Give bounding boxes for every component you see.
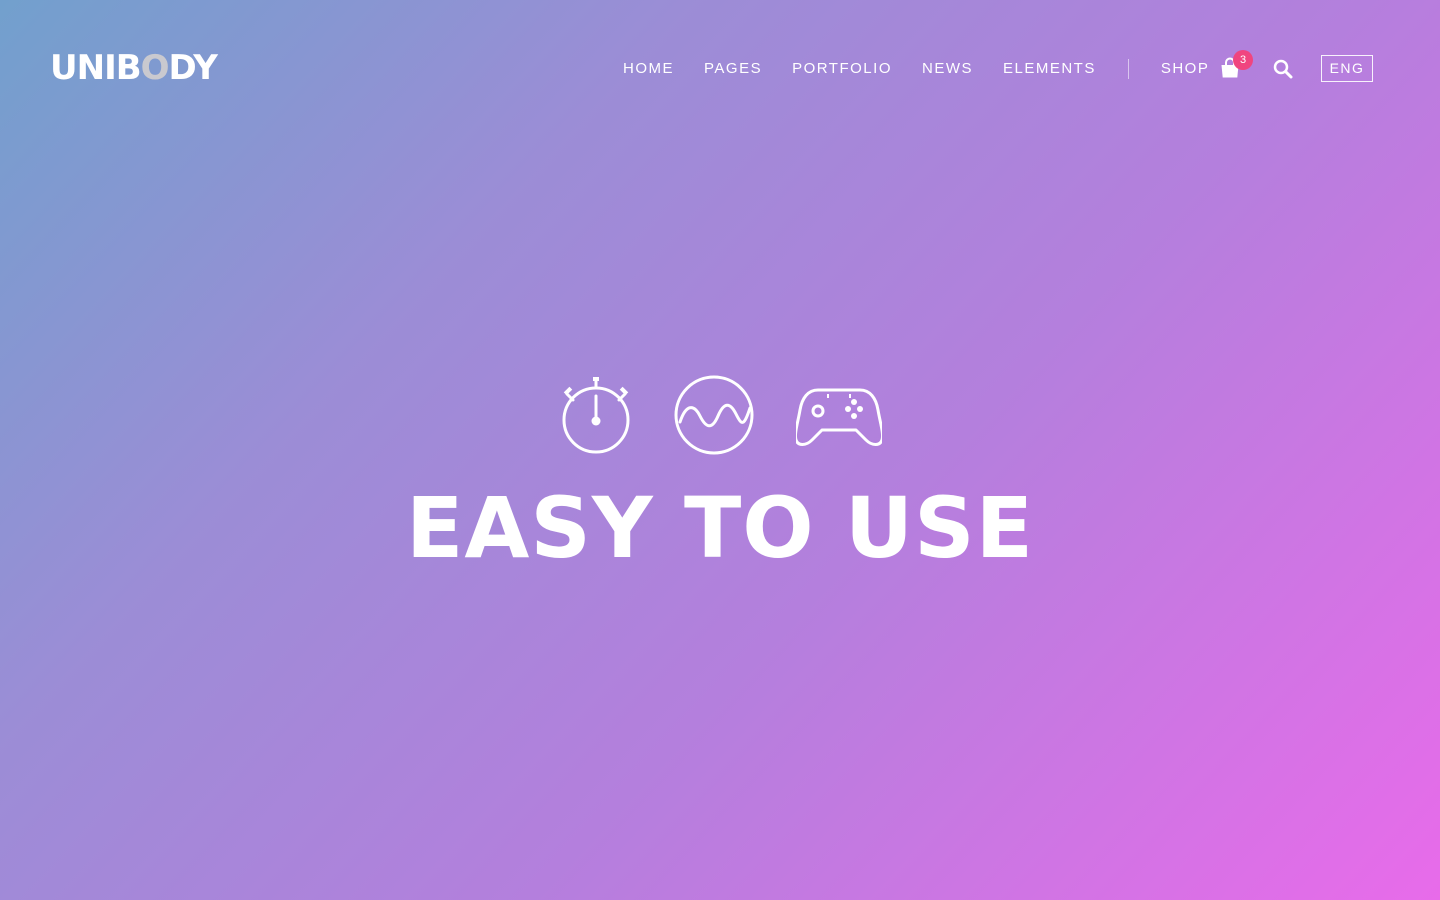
cart-count-badge: 3: [1233, 50, 1253, 70]
hero-headline: EASY TO USE: [406, 479, 1034, 577]
logo-text-accent: O: [140, 48, 170, 88]
nav-item-shop[interactable]: SHOP: [1146, 54, 1225, 84]
nav-item-elements[interactable]: ELEMENTS: [988, 54, 1111, 84]
logo-text-part1: UNIB: [50, 48, 142, 88]
search-icon[interactable]: [1272, 58, 1294, 80]
nav-item-portfolio[interactable]: PORTFOLIO: [777, 54, 907, 84]
logo[interactable]: UNIBODY: [50, 47, 218, 89]
language-switcher[interactable]: ENG: [1321, 55, 1373, 82]
gamepad-icon: [794, 382, 884, 452]
nav-item-news[interactable]: NEWS: [907, 54, 988, 84]
site-header: UNIBODY HOME PAGES PORTFOLIO NEWS ELEMEN…: [0, 0, 1440, 138]
nav-item-pages[interactable]: PAGES: [689, 54, 777, 84]
logo-text-part2: DY: [168, 48, 218, 88]
stopwatch-icon: [556, 374, 636, 458]
wave-icon: [672, 374, 756, 458]
main-nav: HOME PAGES PORTFOLIO NEWS ELEMENTS SHOP: [608, 54, 1224, 84]
nav-item-home[interactable]: HOME: [608, 54, 689, 84]
hero-icons: [556, 374, 886, 458]
nav-divider: [1127, 59, 1129, 79]
